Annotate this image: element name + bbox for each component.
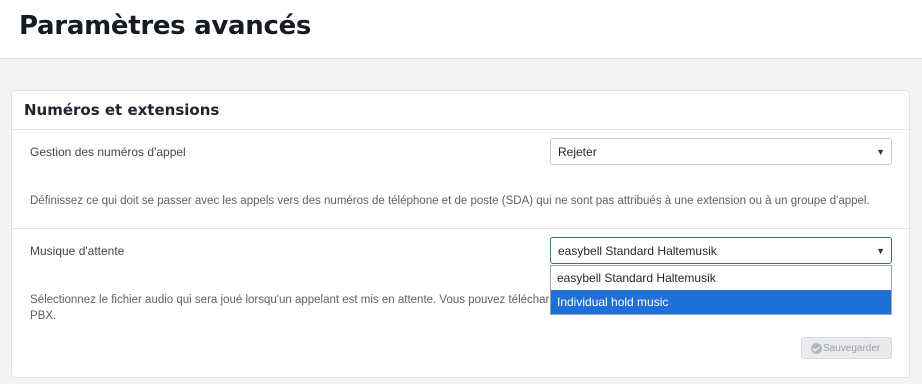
row-divider <box>12 228 909 229</box>
chevron-down-icon: ▼ <box>876 147 885 157</box>
hold-music-label: Musique d'attente <box>30 244 125 258</box>
dropdown-option[interactable]: easybell Standard Haltemusik <box>551 266 891 290</box>
call-number-handling-description: Définissez ce qui doit se passer avec le… <box>30 195 870 207</box>
page-header: Paramètres avancés <box>0 0 922 59</box>
call-number-handling-select[interactable]: Rejeter ▼ <box>550 138 892 165</box>
settings-card: Numéros et extensions Gestion des numéro… <box>11 90 910 378</box>
hold-music-select[interactable]: easybell Standard Haltemusik ▼ <box>550 237 892 264</box>
card-title: Numéros et extensions <box>24 101 220 119</box>
check-circle-icon <box>811 343 822 354</box>
hold-music-description: Sélectionnez le fichier audio qui sera j… <box>30 292 556 324</box>
hold-music-value: easybell Standard Haltemusik <box>558 244 717 258</box>
hold-music-description-line2: PBX. <box>30 310 57 322</box>
card-header: Numéros et extensions <box>12 91 909 130</box>
chevron-down-icon: ▼ <box>876 246 885 256</box>
save-button-label: Sauvegarder <box>823 343 881 354</box>
call-number-handling-label: Gestion des numéros d'appel <box>30 145 186 159</box>
save-button[interactable]: Sauvegarder <box>801 337 892 359</box>
hold-music-dropdown: easybell Standard Haltemusik Individual … <box>550 265 892 315</box>
call-number-handling-value: Rejeter <box>558 145 597 159</box>
dropdown-option-highlighted[interactable]: Individual hold music <box>551 290 891 314</box>
hold-music-description-line1: Sélectionnez le fichier audio qui sera j… <box>30 294 556 306</box>
page-title: Paramètres avancés <box>19 11 312 41</box>
